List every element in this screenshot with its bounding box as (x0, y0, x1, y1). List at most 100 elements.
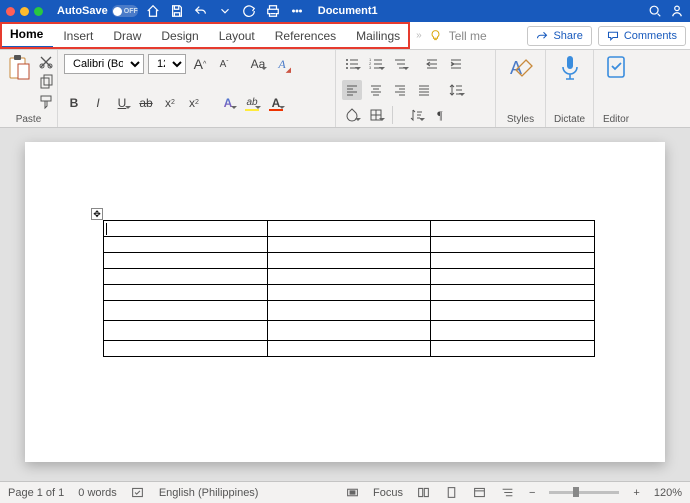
table-cell[interactable] (267, 237, 431, 253)
highlight-button[interactable]: ab (242, 93, 262, 113)
font-size-select[interactable]: 12 (148, 54, 186, 74)
table-row[interactable] (104, 253, 595, 269)
align-left-button[interactable] (342, 80, 362, 100)
superscript-button[interactable]: x2 (184, 93, 204, 113)
print-layout-icon[interactable] (445, 486, 459, 500)
table-cell[interactable] (431, 237, 595, 253)
zoom-level[interactable]: 120% (654, 487, 682, 499)
table-cell[interactable] (267, 269, 431, 285)
outline-icon[interactable] (501, 486, 515, 500)
autosave-switch[interactable]: OFF (112, 5, 138, 17)
table-cell[interactable] (267, 285, 431, 301)
close-window[interactable] (6, 7, 15, 16)
table-row[interactable] (104, 237, 595, 253)
more-tabs-icon[interactable]: » (416, 30, 422, 41)
cut-icon[interactable] (38, 54, 54, 70)
table-cell[interactable] (267, 253, 431, 269)
format-painter-icon[interactable] (38, 94, 54, 110)
autosave-toggle[interactable]: AutoSave OFF (57, 5, 138, 17)
align-right-button[interactable] (390, 80, 410, 100)
font-color-button[interactable]: A (266, 93, 286, 113)
more-icon[interactable] (290, 4, 304, 18)
zoom-thumb[interactable] (573, 487, 579, 497)
table-cell[interactable] (431, 285, 595, 301)
table-cell[interactable] (104, 237, 268, 253)
table-cell[interactable] (431, 269, 595, 285)
chevron-down-icon[interactable] (218, 4, 232, 18)
table-cell[interactable] (104, 221, 268, 237)
multilevel-button[interactable] (390, 54, 410, 74)
indent-decrease-button[interactable] (422, 54, 442, 74)
text-effects-button[interactable]: A (218, 93, 238, 113)
table-cell[interactable] (431, 341, 595, 357)
tab-draw[interactable]: Draw (103, 22, 151, 49)
shading-button[interactable] (342, 105, 362, 125)
font-name-select[interactable]: Calibri (Bo… (64, 54, 144, 74)
undo-icon[interactable] (194, 4, 208, 18)
table-row[interactable] (104, 321, 595, 341)
table-cell[interactable] (104, 269, 268, 285)
table-cell[interactable] (104, 301, 268, 321)
bullets-button[interactable] (342, 54, 362, 74)
numbering-button[interactable]: 123 (366, 54, 386, 74)
paste-button[interactable] (6, 54, 32, 82)
page[interactable]: ✥ (25, 142, 665, 462)
sort-button[interactable] (406, 105, 426, 125)
focus-label[interactable]: Focus (373, 487, 403, 499)
zoom-out-button[interactable]: − (529, 487, 535, 499)
table-cell[interactable] (104, 285, 268, 301)
line-spacing-button[interactable] (446, 80, 466, 100)
zoom-slider[interactable] (549, 491, 619, 494)
table-cell[interactable] (431, 301, 595, 321)
account-icon[interactable] (670, 4, 684, 18)
tab-mailings[interactable]: Mailings (346, 22, 410, 49)
justify-button[interactable] (414, 80, 434, 100)
print-icon[interactable] (266, 4, 280, 18)
tab-design[interactable]: Design (151, 22, 208, 49)
home-icon[interactable] (146, 4, 160, 18)
dictate-button[interactable] (557, 54, 583, 82)
table-cell[interactable] (267, 221, 431, 237)
table-row[interactable] (104, 221, 595, 237)
word-count[interactable]: 0 words (78, 487, 117, 499)
search-icon[interactable] (648, 4, 662, 18)
tab-insert[interactable]: Insert (53, 22, 103, 49)
underline-button[interactable]: U (112, 93, 132, 113)
bold-button[interactable]: B (64, 93, 84, 113)
grow-font-button[interactable]: A^ (190, 54, 210, 74)
read-mode-icon[interactable] (417, 486, 431, 500)
clear-format-button[interactable]: A◢ (272, 54, 292, 74)
table-row[interactable] (104, 269, 595, 285)
table-cell[interactable] (267, 321, 431, 341)
table-cell[interactable] (267, 341, 431, 357)
indent-increase-button[interactable] (446, 54, 466, 74)
strike-button[interactable]: ab (136, 93, 156, 113)
spellcheck-icon[interactable] (131, 486, 145, 500)
tab-references[interactable]: References (265, 22, 346, 49)
minimize-window[interactable] (20, 7, 29, 16)
document-table[interactable] (103, 220, 595, 357)
table-move-handle-icon[interactable]: ✥ (91, 208, 103, 220)
table-cell[interactable] (104, 341, 268, 357)
table-row[interactable] (104, 341, 595, 357)
table-cell[interactable] (431, 221, 595, 237)
page-indicator[interactable]: Page 1 of 1 (8, 487, 64, 499)
styles-button[interactable]: A (508, 54, 534, 82)
change-case-button[interactable]: Aa (248, 54, 268, 74)
copy-icon[interactable] (38, 74, 54, 90)
table-cell[interactable] (431, 321, 595, 341)
borders-button[interactable] (366, 105, 386, 125)
shrink-font-button[interactable]: Aˇ (214, 54, 234, 74)
editor-button[interactable] (603, 54, 629, 82)
align-center-button[interactable] (366, 80, 386, 100)
comments-button[interactable]: Comments (598, 26, 686, 46)
table-row[interactable] (104, 285, 595, 301)
table-cell[interactable] (431, 253, 595, 269)
language-indicator[interactable]: English (Philippines) (159, 487, 259, 499)
save-icon[interactable] (170, 4, 184, 18)
table-cell[interactable] (267, 301, 431, 321)
tab-layout[interactable]: Layout (209, 22, 265, 49)
zoom-in-button[interactable]: + (633, 487, 639, 499)
focus-icon[interactable] (345, 486, 359, 500)
table-row[interactable] (104, 301, 595, 321)
